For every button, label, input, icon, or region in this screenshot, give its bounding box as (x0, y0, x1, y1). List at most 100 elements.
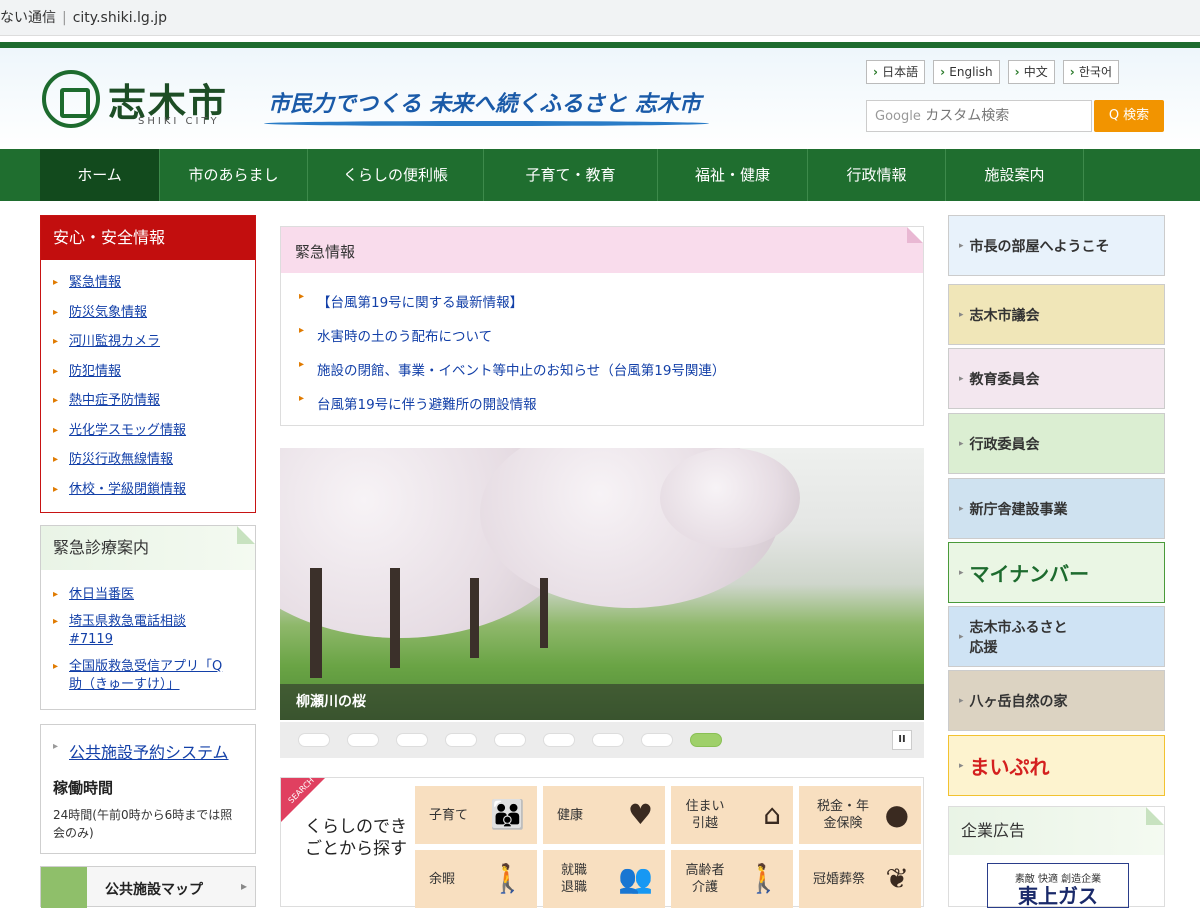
slide-caption: 柳瀬川の桜 (280, 684, 924, 720)
nav-welfare-health[interactable]: 福祉・健康 (658, 149, 808, 201)
urgent-item[interactable]: 水害時の土のう配布について (281, 325, 923, 359)
category-ceremony[interactable]: 冠婚葬祭 ❦ (799, 850, 921, 908)
search-button[interactable]: Q 検索 (1094, 100, 1164, 132)
safety-link[interactable]: 防災行政無線情報 (41, 451, 255, 469)
safety-link[interactable]: 緊急情報 (41, 274, 255, 292)
map-icon (41, 867, 87, 908)
nav-facilities[interactable]: 施設案内 (946, 149, 1084, 201)
slide-dot[interactable] (347, 733, 379, 747)
ad-banner[interactable]: 素敵 快適 創造企業 東上ガス (987, 863, 1129, 908)
banner-admin-committee[interactable]: 行政委員会 (948, 413, 1165, 474)
lang-korean[interactable]: 한국어 (1062, 60, 1119, 84)
banner-maipure[interactable]: まいぷれ (948, 735, 1165, 796)
emergency-care-title: 緊急診療案内 (41, 526, 255, 570)
site-header: 志木市 SHIKI CITY 市民力でつくる 未来へ続くふるさと 志木市 日本語… (0, 48, 1200, 148)
banner-education[interactable]: 教育委員会 (948, 348, 1165, 409)
nav-home[interactable]: ホーム (40, 149, 160, 201)
safety-link[interactable]: 光化学スモッグ情報 (41, 422, 255, 440)
family-icon: 👪 (490, 798, 525, 831)
chevron-right-icon: ▸ (240, 879, 247, 893)
banner-council[interactable]: 志木市議会 (948, 284, 1165, 345)
slide-dot[interactable] (396, 733, 428, 747)
security-label: ない通信 (0, 10, 56, 26)
pause-icon[interactable]: II (892, 730, 912, 750)
global-nav: ホーム 市のあらまし くらしの便利帳 子育て・教育 福祉・健康 行政情報 施設案… (0, 149, 1200, 201)
banner-mayor[interactable]: 市長の部屋へようこそ (948, 215, 1165, 276)
urgent-list: 【台風第19号に関する最新情報】 水害時の土のう配布について 施設の閉館、事業・… (281, 273, 923, 427)
emergency-care-link[interactable]: 休日当番医 (41, 586, 255, 604)
slideshow-image[interactable]: 柳瀬川の桜 (280, 448, 924, 720)
slide-dot-active[interactable] (690, 733, 722, 747)
nav-living-guide[interactable]: くらしの便利帳 (308, 149, 484, 201)
safety-link[interactable]: 熱中症予防情報 (41, 392, 255, 410)
house-icon: ⌂ (763, 798, 781, 831)
slide-dot[interactable] (543, 733, 575, 747)
plant-icon: ❦ (885, 862, 909, 895)
banner-yatsugatake[interactable]: 八ヶ岳自然の家 (948, 670, 1165, 731)
city-logo[interactable]: 志木市 SHIKI CITY (42, 70, 242, 130)
safety-link[interactable]: 防災気象情報 (41, 304, 255, 322)
money-bag-icon: ● (884, 798, 909, 831)
urgent-info-box: 緊急情報 【台風第19号に関する最新情報】 水害時の土のう配布について 施設の閉… (280, 226, 924, 426)
language-switcher: 日本語 English 中文 한국어 (866, 60, 1119, 84)
safety-link-list: 緊急情報 防災気象情報 河川監視カメラ 防犯情報 熱中症予防情報 光化学スモッグ… (41, 260, 255, 499)
city-slogan: 市民力でつくる 未来へ続くふるさと 志木市 (264, 86, 709, 126)
emergency-care-link[interactable]: 埼玉県救急電話相談#7119 (41, 613, 211, 649)
category-employment[interactable]: 就職退職 👥 (543, 850, 665, 908)
banner-new-office[interactable]: 新庁舎建設事業 (948, 478, 1165, 539)
url-text[interactable]: city.shiki.lg.jp (73, 10, 167, 26)
category-housing[interactable]: 住まい引越 ⌂ (671, 786, 793, 844)
ad-title: 企業広告 (949, 807, 1164, 855)
corporate-ad-box: 企業広告 素敵 快適 創造企業 東上ガス (948, 806, 1165, 908)
site-search-input[interactable]: Google カスタム検索 (866, 100, 1092, 132)
category-tax[interactable]: 税金・年金保険 ● (799, 786, 921, 844)
urgent-item[interactable]: 【台風第19号に関する最新情報】 (281, 291, 923, 325)
slide-dot[interactable] (641, 733, 673, 747)
slide-dot[interactable] (298, 733, 330, 747)
slideshow-controls: II (280, 722, 924, 758)
banner-hometown-support[interactable]: 志木市ふるさと応援 (948, 606, 1165, 667)
operating-hours-heading: 稼働時間 (53, 779, 114, 797)
urgent-item[interactable]: 施設の閉館、事業・イベント等中止のお知らせ（台風第19号関連） (281, 359, 923, 393)
search-placeholder: カスタム検索 (925, 108, 1010, 124)
category-health[interactable]: 健康 ♥ (543, 786, 665, 844)
safety-info-box: 安心・安全情報 緊急情報 防災気象情報 河川監視カメラ 防犯情報 熱中症予防情報… (40, 215, 256, 513)
category-childcare[interactable]: 子育て 👪 (415, 786, 537, 844)
safety-link[interactable]: 防犯情報 (41, 363, 255, 381)
person-icon: 🚶 (490, 862, 525, 895)
emergency-care-links: 休日当番医 埼玉県救急電話相談#7119 全国版救急受信アプリ「Q助（きゅーすけ… (41, 570, 255, 694)
heart-icon: ♥ (627, 798, 653, 831)
address-bar[interactable]: ない通信 | city.shiki.lg.jp (0, 0, 1200, 36)
google-brand: Google (875, 109, 921, 124)
slide-dot[interactable] (592, 733, 624, 747)
emergency-care-link[interactable]: 全国版救急受信アプリ「Q助（きゅーすけ）」 (41, 658, 231, 694)
nav-overview[interactable]: 市のあらまし (160, 149, 308, 201)
emergency-care-box: 緊急診療案内 休日当番医 埼玉県救急電話相談#7119 全国版救急受信アプリ「Q… (40, 525, 256, 710)
lang-japanese[interactable]: 日本語 (866, 60, 926, 84)
nav-administration[interactable]: 行政情報 (808, 149, 946, 201)
nav-childcare-education[interactable]: 子育て・教育 (484, 149, 658, 201)
facility-map-banner[interactable]: 公共施設マップ ▸ (40, 866, 256, 908)
slide-dot[interactable] (445, 733, 477, 747)
urgent-item[interactable]: 台風第19号に伴う避難所の開設情報 (281, 393, 923, 427)
logo-english: SHIKI CITY (138, 116, 220, 127)
safety-link[interactable]: 休校・学級閉鎖情報 (41, 481, 255, 499)
urgent-title: 緊急情報 (281, 227, 923, 273)
slide-dot[interactable] (494, 733, 526, 747)
lang-chinese[interactable]: 中文 (1007, 60, 1055, 84)
banner-my-number[interactable]: マイナンバー (948, 542, 1165, 603)
lang-english[interactable]: English (933, 60, 1000, 84)
life-event-search: SEARCH くらしのできごとから探す 子育て 👪 健康 ♥ 住まい引越 ⌂ 税金・年… (280, 776, 924, 908)
city-emblem-icon (42, 70, 100, 128)
facility-map-label: 公共施設マップ (105, 882, 203, 898)
safety-title: 安心・安全情報 (41, 216, 255, 260)
people-icon: 👥 (618, 862, 653, 895)
cherry-tree (660, 448, 800, 548)
category-elderly[interactable]: 高齢者介護 🚶 (671, 850, 793, 908)
category-leisure[interactable]: 余暇 🚶 (415, 850, 537, 908)
reservation-box: 公共施設予約システム 稼働時間 24時間(午前0時から6時までは照会のみ) (40, 724, 256, 854)
reservation-system-link[interactable]: 公共施設予約システム (53, 739, 243, 763)
operating-hours-text: 24時間(午前0時から6時までは照会のみ) (53, 808, 233, 840)
safety-link[interactable]: 河川監視カメラ (41, 333, 255, 351)
life-search-label: くらしのできごとから探す (305, 817, 407, 859)
